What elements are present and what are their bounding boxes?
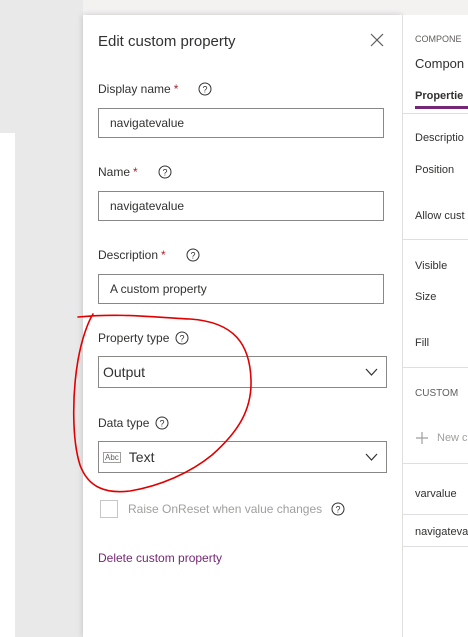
- close-icon[interactable]: [368, 31, 386, 49]
- custom-property-item[interactable]: varvalue: [415, 488, 457, 500]
- svg-text:?: ?: [203, 85, 208, 95]
- edit-custom-property-panel: Edit custom property Display name * ? na…: [83, 15, 402, 637]
- tab-underline: [415, 106, 468, 109]
- raise-onreset-row: Raise OnReset when value changes ?: [100, 500, 345, 518]
- property-type-value: Output: [103, 364, 146, 380]
- display-name-input[interactable]: navigatevalue: [98, 108, 384, 138]
- raise-onreset-label: Raise OnReset when value changes: [128, 502, 323, 516]
- property-visible[interactable]: Visible: [415, 260, 447, 272]
- svg-text:?: ?: [162, 168, 167, 178]
- help-icon[interactable]: ?: [331, 502, 345, 516]
- name-label-text: Name: [98, 165, 131, 179]
- raise-onreset-checkbox[interactable]: [100, 500, 118, 518]
- text-type-icon: Abc: [103, 451, 121, 463]
- description-label-text: Description: [98, 248, 159, 262]
- divider: [403, 239, 468, 240]
- help-icon[interactable]: ?: [198, 82, 212, 96]
- help-icon[interactable]: ?: [175, 331, 189, 345]
- description-label: Description * ?: [98, 248, 200, 262]
- svg-text:?: ?: [336, 505, 341, 515]
- divider: [403, 463, 468, 464]
- divider: [403, 113, 468, 114]
- property-type-dropdown[interactable]: Output: [98, 356, 387, 388]
- new-custom-property-label: New c: [437, 432, 468, 444]
- property-type-label-text: Property type: [98, 331, 170, 345]
- data-type-label-text: Data type: [98, 416, 150, 430]
- svg-text:?: ?: [160, 419, 165, 429]
- property-type-label: Property type ?: [98, 331, 189, 345]
- plus-icon: [416, 432, 428, 444]
- delete-custom-property-link[interactable]: Delete custom property: [98, 551, 222, 565]
- divider: [403, 367, 468, 368]
- help-icon[interactable]: ?: [158, 165, 172, 179]
- property-description[interactable]: Descriptio: [415, 132, 464, 144]
- custom-property-item[interactable]: navigateva: [415, 526, 468, 538]
- property-size[interactable]: Size: [415, 291, 436, 303]
- required-marker: *: [133, 165, 138, 179]
- property-fill[interactable]: Fill: [415, 337, 429, 349]
- property-allow-customization[interactable]: Allow cust: [415, 210, 465, 222]
- chevron-down-icon: [365, 368, 378, 376]
- display-name-label: Display name * ?: [98, 82, 212, 96]
- canvas-area: [0, 133, 15, 637]
- divider: [403, 546, 468, 547]
- required-marker: *: [161, 248, 166, 262]
- help-icon[interactable]: ?: [186, 248, 200, 262]
- svg-text:?: ?: [190, 251, 195, 261]
- description-input[interactable]: A custom property: [98, 274, 384, 304]
- tab-properties[interactable]: Propertie: [415, 90, 463, 102]
- component-name: Compon: [415, 56, 465, 71]
- required-marker: *: [173, 82, 179, 96]
- divider: [403, 514, 468, 515]
- panel-title: Edit custom property: [98, 33, 236, 50]
- property-position[interactable]: Position: [415, 164, 454, 176]
- component-header: COMPONE: [415, 34, 462, 44]
- chevron-down-icon: [365, 453, 378, 461]
- data-type-dropdown[interactable]: Abc Text: [98, 441, 387, 473]
- name-input[interactable]: navigatevalue: [98, 191, 384, 221]
- display-name-label-text: Display name: [98, 82, 171, 96]
- help-icon[interactable]: ?: [155, 416, 169, 430]
- data-type-label: Data type ?: [98, 416, 169, 430]
- name-label: Name * ?: [98, 165, 172, 179]
- new-custom-property-button[interactable]: New c: [415, 431, 468, 445]
- data-type-value: Text: [128, 449, 155, 465]
- svg-text:?: ?: [180, 334, 185, 344]
- properties-pane: COMPONE Compon Propertie Descriptio Posi…: [402, 15, 468, 637]
- custom-properties-header: CUSTOM: [415, 388, 459, 399]
